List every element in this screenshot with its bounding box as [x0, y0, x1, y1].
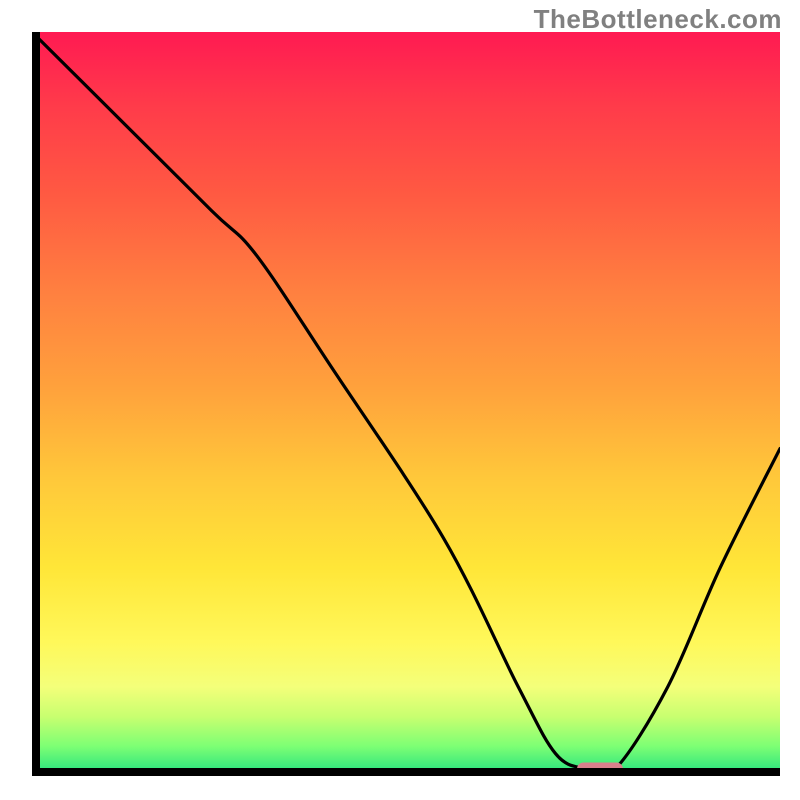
curve-svg [32, 32, 780, 776]
chart-frame: TheBottleneck.com [0, 0, 800, 800]
bottleneck-curve-path [32, 32, 780, 775]
watermark-text: TheBottleneck.com [534, 4, 782, 35]
plot-area [32, 32, 780, 776]
optimal-marker [577, 762, 623, 775]
